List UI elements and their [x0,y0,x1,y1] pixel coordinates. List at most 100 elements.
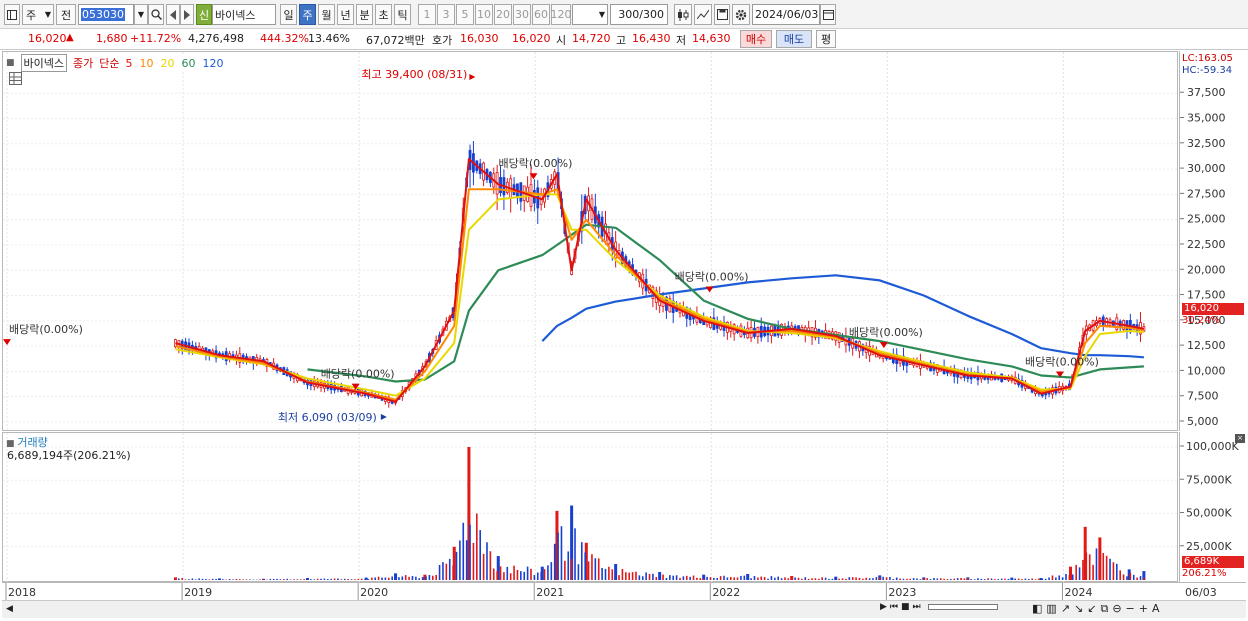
volume-bar [215,578,217,580]
volume-pane[interactable]: ■ 거래량 6,689,194주(206.21%) [2,432,1179,583]
trend-icon[interactable]: ↗ [1061,602,1070,616]
price-change: 1,680 [96,32,128,45]
code-dropdown-icon[interactable]: ▼ [134,4,148,25]
volume-bar [943,578,945,580]
volume-bar [625,572,627,580]
stock-code-input[interactable]: 053030 [78,4,134,25]
volume-bar [848,577,851,580]
tab-interval-30[interactable]: 30 [513,4,531,25]
legend-ma-120[interactable]: 120 [203,57,224,70]
back-icon[interactable] [166,4,180,25]
trend-down-icon[interactable]: ↘ [1074,602,1083,616]
volume-bar [269,578,272,580]
legend-ma-20[interactable]: 20 [161,57,175,70]
volume-bar [906,578,908,580]
volume-bar [1004,578,1006,580]
unit-select[interactable]: ▼ [572,4,608,25]
volume-bar [814,578,817,580]
volume-bar [398,577,400,580]
calendar-icon[interactable] [820,4,836,25]
volume-bar [723,575,725,580]
volume-bar [462,522,465,580]
date-input[interactable]: 2024/06/03 [752,4,820,25]
volume-bar [472,542,475,580]
font-size-icon[interactable]: A [1152,602,1160,616]
fast-forward-icon[interactable]: ⏭ [913,602,921,612]
minus-icon[interactable]: − [1126,602,1135,616]
forward-icon[interactable] [180,4,194,25]
price-tick-label: 12,500 [1187,339,1226,352]
tab-interval-1[interactable]: 1 [418,4,436,25]
tab-period-2[interactable]: 월 [318,4,335,25]
stop-icon[interactable]: ■ [901,602,910,612]
volume-bar [580,542,583,580]
draw-line-icon[interactable] [694,4,712,25]
legend-stock-name[interactable]: 바이넥스 [20,54,67,72]
layout-icon[interactable] [4,4,20,25]
price-pane[interactable]: 최고 39,400 (08/31) 최저 6,090 (03/09) 배당락(0.0… [2,51,1179,432]
zoom-slider[interactable] [927,604,998,610]
volume-bar [452,565,454,580]
save-icon[interactable] [714,4,730,25]
tab-interval-3[interactable]: 3 [437,4,455,25]
volume-bar [706,576,708,580]
magnet-icon[interactable]: ◧ [1032,602,1042,616]
tab-period-6[interactable]: 틱 [394,4,411,25]
search-icon[interactable] [148,4,164,25]
tab-interval-10[interactable]: 10 [475,4,493,25]
close-pane-icon[interactable]: × [1235,434,1245,443]
volume-bar [862,578,864,580]
play-icon[interactable]: ▶ [880,602,887,612]
tab-interval-5[interactable]: 5 [456,4,474,25]
period-select-value: 주 [26,8,37,22]
volume-bar [533,574,536,580]
gear-icon[interactable] [732,4,750,25]
count-input[interactable]: 300/300 [610,4,668,25]
high-price: 16,430 [632,32,671,45]
tab-period-0[interactable]: 일 [280,4,297,25]
volume-bar [340,579,343,580]
candle [1057,381,1061,394]
candle-icon[interactable] [674,4,692,25]
scroll-bar[interactable]: ◀ ▶ ⏮ ■ ⏭ ◧ ▥ ↗ ↘ ↙ ⧉ ⊖ − + A [2,600,1246,618]
period-select[interactable]: 주 ▼ [22,4,54,25]
volume-bar [953,578,956,580]
volume-bar [994,579,996,580]
volume-bar [279,579,282,580]
rewind-icon[interactable]: ⏮ [890,602,898,612]
volume-bar [1088,554,1091,580]
dividend-annotation: 배당락(0.00%) [321,368,395,381]
legend-ma-60[interactable]: 60 [182,57,196,70]
prev-button[interactable]: 전 [56,4,76,25]
tab-interval-60[interactable]: 60 [532,4,550,25]
sell-button[interactable]: 매도 [776,30,812,48]
volume-bar [228,579,231,580]
volume-bar [1082,559,1084,580]
volume-bar [1075,564,1077,580]
volume-bar [205,578,207,580]
tab-period-5[interactable]: 초 [375,4,392,25]
tab-period-4[interactable]: 분 [356,4,373,25]
volume-bar [784,577,786,580]
volume-bar [381,577,383,580]
buy-button[interactable]: 매수 [740,30,772,48]
legend-ma-5[interactable]: 5 [126,57,133,70]
volume-bar [178,578,180,580]
volume-bar [371,577,373,580]
scroll-left-icon[interactable]: ◀ [6,604,13,614]
tab-interval-20[interactable]: 20 [494,4,512,25]
volume-bar [286,578,288,580]
plus-icon[interactable]: + [1139,602,1148,616]
zoom-out-icon[interactable]: ⊖ [1112,602,1121,616]
tab-period-1[interactable]: 주 [299,4,316,25]
tab-period-3[interactable]: 년 [337,4,354,25]
average-button[interactable]: 평 [816,30,836,48]
bar-chart-icon[interactable]: ▥ [1046,602,1056,616]
volume-bar [889,577,891,580]
dividend-marker-icon [879,342,888,349]
copy-icon[interactable]: ⧉ [1100,602,1108,616]
legend-ma-10[interactable]: 10 [140,57,154,70]
data-table-icon[interactable] [9,72,22,85]
retrace-icon[interactable]: ↙ [1087,602,1096,616]
tab-interval-120[interactable]: 120 [551,4,572,25]
